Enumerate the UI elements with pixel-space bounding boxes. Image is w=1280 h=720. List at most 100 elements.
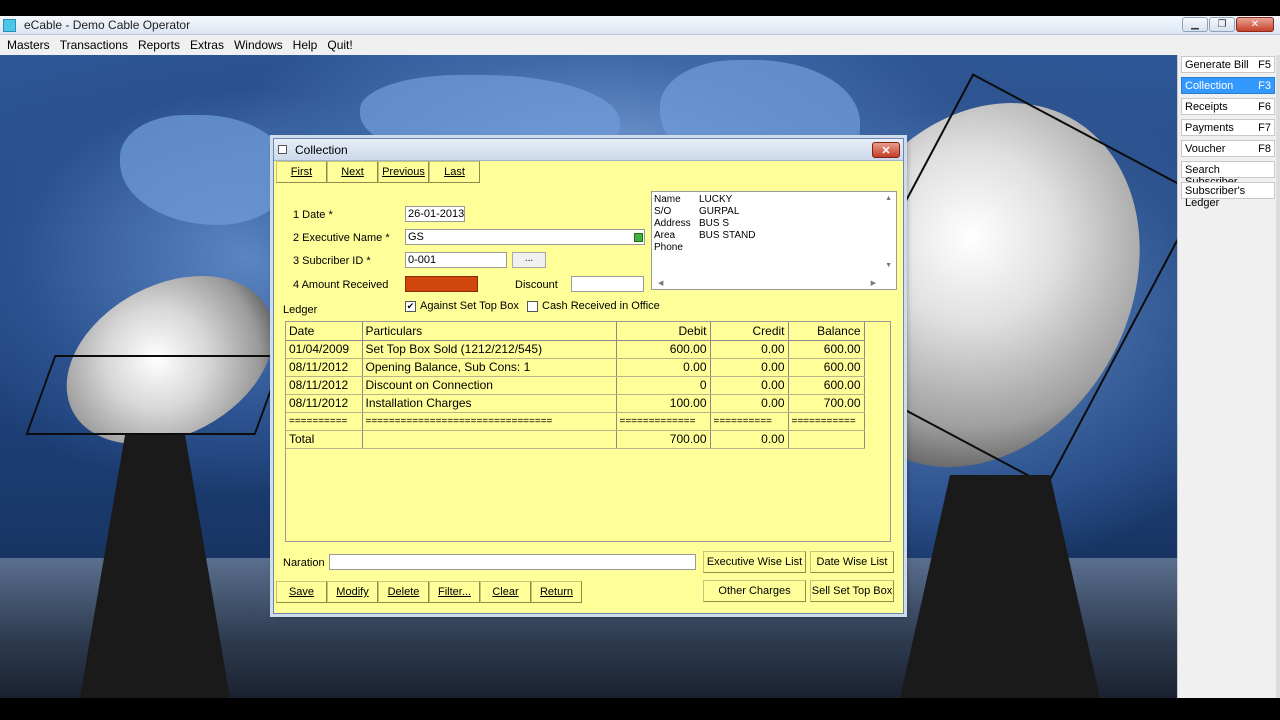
- taskbar: [0, 698, 1280, 720]
- cell-particulars: [362, 430, 617, 449]
- left-dish-pedestal: [80, 435, 230, 698]
- menu-help[interactable]: Help: [288, 38, 323, 52]
- scroll-up-icon[interactable]: ▲: [885, 195, 892, 202]
- table-row[interactable]: 08/11/2012 Discount on Connection 0 0.00…: [286, 376, 865, 395]
- scroll-right-icon[interactable]: ▶: [871, 279, 876, 287]
- cell-total-label: Total: [286, 430, 363, 449]
- menu-windows[interactable]: Windows: [229, 38, 288, 52]
- amount-received-field[interactable]: [405, 276, 478, 292]
- col-particulars[interactable]: Particulars: [362, 322, 617, 341]
- total-row[interactable]: Total 700.00 0.00: [286, 430, 865, 449]
- previous-button[interactable]: Previous: [378, 161, 429, 183]
- checkbox-box: ✔: [405, 300, 416, 312]
- shortcut-key: F8: [1258, 143, 1271, 155]
- info-key: Area: [654, 230, 676, 241]
- shortcut-voucher[interactable]: Voucher F8: [1181, 140, 1275, 157]
- filter-button[interactable]: Filter...: [429, 581, 480, 603]
- shortcut-label: Payments: [1185, 122, 1234, 134]
- col-balance[interactable]: Balance: [788, 322, 865, 341]
- menu-reports[interactable]: Reports: [133, 38, 185, 52]
- save-button[interactable]: Save: [276, 581, 327, 603]
- shortcut-key: F5: [1258, 59, 1271, 71]
- menu-quit[interactable]: Quit!: [322, 38, 357, 52]
- cell-particulars: Set Top Box Sold (1212/212/545): [362, 340, 617, 359]
- checkbox-box: [527, 300, 538, 312]
- shortcut-receipts[interactable]: Receipts F6: [1181, 98, 1275, 115]
- shortcut-label: Subscriber's Ledger: [1185, 185, 1246, 209]
- info-phone-row: Phone: [654, 242, 699, 253]
- subscriber-id-field[interactable]: 0-001: [405, 252, 507, 268]
- close-button[interactable]: ✕: [1236, 17, 1274, 32]
- info-area-row: Area BUS STAND: [654, 230, 756, 241]
- shortcut-subscriber-ledger[interactable]: Subscriber's Ledger: [1181, 182, 1275, 209]
- shortcut-key: F7: [1258, 122, 1271, 134]
- app-icon: [3, 19, 16, 32]
- cash-office-label: Cash Received in Office: [542, 300, 660, 312]
- cash-office-checkbox[interactable]: Cash Received in Office: [527, 300, 660, 312]
- table-row[interactable]: 08/11/2012 Opening Balance, Sub Cons: 1 …: [286, 358, 865, 377]
- shortcut-generate-bill[interactable]: Generate Bill F5: [1181, 56, 1275, 73]
- cell-particulars: Opening Balance, Sub Cons: 1: [362, 358, 617, 377]
- first-button[interactable]: First: [276, 161, 327, 183]
- col-date[interactable]: Date: [286, 322, 363, 341]
- discount-label: Discount: [515, 279, 558, 291]
- shortcut-payments[interactable]: Payments F7: [1181, 119, 1275, 136]
- next-button[interactable]: Next: [327, 161, 378, 183]
- restore-icon: ❐: [1217, 19, 1227, 30]
- minimize-button[interactable]: ▁: [1182, 17, 1208, 32]
- date-field[interactable]: 26-01-2013: [405, 206, 465, 222]
- menu-masters[interactable]: Masters: [2, 38, 55, 52]
- restore-button[interactable]: ❐: [1209, 17, 1235, 32]
- menu-extras[interactable]: Extras: [185, 38, 229, 52]
- cell-date: 08/11/2012: [286, 376, 363, 395]
- cell-credit: 0.00: [710, 394, 789, 413]
- date-wise-list-button[interactable]: Date Wise List: [810, 551, 894, 573]
- naration-field[interactable]: [329, 554, 696, 570]
- cell-total-balance: [788, 430, 865, 449]
- dialog-close-button[interactable]: ✕: [872, 142, 900, 158]
- sell-set-top-box-button[interactable]: Sell Set Top Box: [810, 580, 894, 602]
- shortcut-search-subscriber[interactable]: Search Subscriber: [1181, 161, 1275, 188]
- left-dish-frame: [25, 355, 285, 435]
- table-row[interactable]: 08/11/2012 Installation Charges 100.00 0…: [286, 394, 865, 413]
- menu-bar: Masters Transactions Reports Extras Wind…: [0, 35, 1280, 55]
- info-key: Address: [654, 218, 691, 229]
- dialog-titlebar: Collection ✕: [274, 139, 903, 161]
- cell-balance: 600.00: [788, 358, 865, 377]
- subscriber-id-label: 3 Subcriber ID *: [293, 255, 371, 267]
- col-credit[interactable]: Credit: [710, 322, 789, 341]
- cell-date: 08/11/2012: [286, 358, 363, 377]
- col-debit[interactable]: Debit: [616, 322, 711, 341]
- dialog-title: Collection: [295, 143, 348, 157]
- discount-field[interactable]: [571, 276, 644, 292]
- scroll-down-icon[interactable]: ▼: [885, 262, 892, 269]
- other-charges-button[interactable]: Other Charges: [703, 580, 806, 602]
- info-value: BUS STAND: [699, 230, 756, 241]
- ledger-table: Date Particulars Debit Credit Balance 01…: [286, 322, 865, 449]
- executive-wise-list-button[interactable]: Executive Wise List: [703, 551, 806, 573]
- menu-transactions[interactable]: Transactions: [55, 38, 133, 52]
- right-scrollbar[interactable]: [1276, 55, 1280, 698]
- info-name-row: Name LUCKY: [654, 194, 732, 205]
- executive-name-field[interactable]: GS: [405, 229, 645, 245]
- table-row[interactable]: 01/04/2009 Set Top Box Sold (1212/212/54…: [286, 340, 865, 359]
- executive-lookup-icon[interactable]: [634, 233, 643, 242]
- cell-sep: ===========: [788, 412, 865, 431]
- ledger-grid[interactable]: Date Particulars Debit Credit Balance 01…: [285, 321, 891, 542]
- scroll-left-icon[interactable]: ◀: [658, 279, 663, 287]
- return-button[interactable]: Return: [531, 581, 582, 603]
- delete-button[interactable]: Delete: [378, 581, 429, 603]
- action-bar: Save Modify Delete Filter... Clear Retur…: [276, 581, 582, 603]
- modify-button[interactable]: Modify: [327, 581, 378, 603]
- minimize-icon: ▁: [1191, 19, 1199, 30]
- shortcut-collection[interactable]: Collection F3: [1181, 77, 1275, 94]
- against-stb-checkbox[interactable]: ✔ Against Set Top Box: [405, 300, 519, 312]
- subscriber-info-box: Name LUCKY S/O GURPAL Address BUS S Area BUS…: [651, 191, 897, 290]
- cell-debit: 0: [616, 376, 711, 395]
- subscriber-browse-button[interactable]: ...: [512, 252, 546, 268]
- close-icon: ✕: [1250, 19, 1260, 30]
- clear-button[interactable]: Clear: [480, 581, 531, 603]
- shortcut-label: Collection: [1185, 80, 1234, 92]
- top-band: [0, 0, 1280, 16]
- last-button[interactable]: Last: [429, 161, 480, 183]
